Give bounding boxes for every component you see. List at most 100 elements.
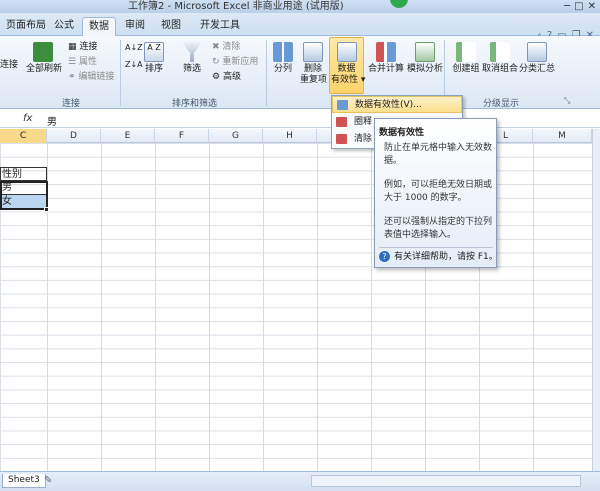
tooltip-help-text: 有关详细帮助，请按 F1。 [394, 252, 498, 262]
what-if-button[interactable]: 模拟分析 [405, 42, 445, 75]
data-validation-tooltip: 数据有效性 防止在单元格中输入无效数据。 例如，可以拒绝无效日期或大于 1000… [374, 118, 498, 268]
column-header-h[interactable]: H [263, 129, 317, 143]
clear-button[interactable]: ✖ 清除 [212, 41, 240, 54]
column-header-m[interactable]: M [533, 129, 592, 143]
tab-review[interactable]: 审阅 [119, 17, 151, 36]
sort-desc-icon[interactable]: Z↓A [125, 58, 143, 71]
data-validation-label-1: 数据 [337, 64, 356, 74]
tab-formulas[interactable]: 公式 [48, 17, 80, 36]
column-header-row: C D E F G H I J K L M [0, 129, 600, 143]
column-header-e[interactable]: E [101, 129, 155, 143]
tab-developer[interactable]: 开发工具 [194, 17, 246, 36]
column-header-f[interactable]: F [155, 129, 209, 143]
insert-sheet-icon[interactable]: ✎ [44, 475, 52, 486]
minimize-button[interactable]: ─ [564, 0, 570, 13]
formula-input[interactable]: 男 [47, 113, 57, 128]
remove-duplicates-label-1: 删除 [303, 64, 322, 74]
connections-label: 连接 [79, 42, 98, 52]
window-title: 工作簿2 - Microsoft Excel 非商业用途 (试用版) [128, 1, 344, 12]
close-button[interactable]: ✕ [588, 0, 596, 13]
tab-data[interactable]: 数据 [82, 17, 116, 37]
clear-circles-icon [336, 134, 347, 144]
refresh-all-button[interactable]: 全部刷新 [26, 42, 63, 75]
title-bar: 工作簿2 - Microsoft Excel 非商业用途 (试用版) ─ □ ✕ [0, 0, 600, 13]
properties-label: 属性 [78, 57, 97, 67]
reapply-button[interactable]: ↻ 重新应用 [212, 56, 258, 69]
outline-group-label: 分级显示 [483, 99, 520, 109]
horizontal-scrollbar[interactable] [311, 475, 581, 487]
data-validation-menu-icon [337, 100, 348, 110]
group-icon [456, 42, 476, 62]
cell-c1[interactable]: 性别 [0, 167, 47, 181]
grid-line [371, 143, 372, 471]
column-header-g[interactable]: G [209, 129, 263, 143]
menu-item-data-validation[interactable]: 数据有效性(V)... [332, 96, 462, 113]
sheet-tab-bar: Sheet3 ✎ [0, 471, 600, 491]
fx-icon[interactable]: fx [23, 113, 32, 124]
tab-view[interactable]: 视图 [155, 17, 187, 36]
reapply-label: 重新应用 [222, 57, 259, 67]
column-header-d[interactable]: D [47, 129, 101, 143]
sort-icon: A Z [144, 42, 164, 62]
app-orb-icon [390, 0, 408, 8]
ungroup-button[interactable]: 取消组合 [478, 42, 522, 75]
sort-button[interactable]: A Z 排序 [143, 42, 165, 75]
vertical-scrollbar[interactable] [592, 129, 600, 471]
fill-handle[interactable] [44, 207, 49, 212]
what-if-label: 模拟分析 [406, 64, 443, 74]
tooltip-paragraph-2: 例如，可以拒绝无效日期或大于 1000 的数字。 [384, 180, 493, 203]
menu-item-clear-circles-label: 清除 [354, 134, 373, 144]
grid-line [101, 143, 102, 471]
column-header-c[interactable]: C [0, 129, 47, 143]
sort-label: 排序 [144, 64, 163, 74]
grid-line [155, 143, 156, 471]
connections-button[interactable]: ▦ 连接 [68, 41, 97, 54]
circle-invalid-icon [336, 117, 347, 127]
filter-button[interactable]: 筛选 [181, 42, 203, 75]
sort-filter-group-label: 排序和筛选 [172, 99, 218, 109]
edit-links-button[interactable]: ⚭ 编辑链接 [68, 71, 114, 84]
help-circle-icon: ? [379, 251, 390, 262]
consolidate-label: 合并计算 [367, 64, 404, 74]
advanced-label: 高级 [222, 72, 241, 82]
group-label: 创建组 [452, 64, 480, 74]
consolidate-icon [376, 42, 396, 62]
remove-duplicates-label-2: 重复项 [300, 75, 328, 85]
filter-label: 筛选 [182, 64, 201, 74]
dialog-launcher-icon[interactable]: ⤡ [564, 94, 570, 107]
consolidate-button[interactable]: 合并计算 [366, 42, 406, 75]
worksheet-grid[interactable] [0, 143, 592, 471]
subtotal-button[interactable]: 分类汇总 [517, 42, 557, 75]
tab-page-layout[interactable]: 页面布局 [0, 17, 52, 36]
connections-group-label: 连接 [62, 99, 81, 109]
edit-links-label: 编辑链接 [78, 72, 115, 82]
sort-asc-icon[interactable]: A↓Z [125, 41, 143, 54]
maximize-button[interactable]: □ [574, 0, 583, 13]
ungroup-icon [490, 42, 510, 62]
refresh-all-label: 全部刷新 [26, 64, 63, 74]
menu-item-data-validation-label: 数据有效性(V)... [355, 100, 422, 110]
data-validation-label-2: 有效性 [331, 75, 359, 85]
text-to-columns-button[interactable]: 分列 [270, 42, 296, 75]
tooltip-help: ? 有关详细帮助，请按 F1。 [379, 251, 498, 263]
menu-item-circle-invalid-label: 圈释 [354, 117, 373, 127]
selection-border [0, 181, 48, 210]
clear-label: 清除 [222, 42, 241, 52]
data-validation-button[interactable]: 数据 有效性 ▾ [331, 42, 365, 86]
ribbon-tabs: 页面布局 公式 数据 审阅 视图 开发工具 ▵ ? ▭ ❐ ✕ [0, 13, 600, 41]
ribbon: 连接 全部刷新 ▦ 连接 ☰ 属性 ⚭ 编辑链接 连接 A↓Z Z↓A A Z … [0, 36, 600, 109]
filter-icon [182, 42, 202, 62]
advanced-button[interactable]: ⚙ 高级 [212, 71, 241, 84]
tooltip-paragraph-1: 防止在单元格中输入无效数据。 [384, 143, 493, 166]
what-if-icon [415, 42, 435, 62]
sheet-tab-sheet3[interactable]: Sheet3 [2, 474, 46, 488]
grid-line [317, 143, 318, 471]
grid-line [533, 143, 534, 471]
grid-line [263, 143, 264, 471]
properties-button[interactable]: ☰ 属性 [68, 56, 97, 69]
data-validation-icon [336, 42, 357, 62]
subtotal-label: 分类汇总 [518, 64, 555, 74]
connections-left-button[interactable]: 连接 [0, 60, 18, 71]
ribbon-separator [266, 40, 267, 106]
remove-duplicates-button[interactable]: 删除 重复项 [300, 42, 328, 86]
